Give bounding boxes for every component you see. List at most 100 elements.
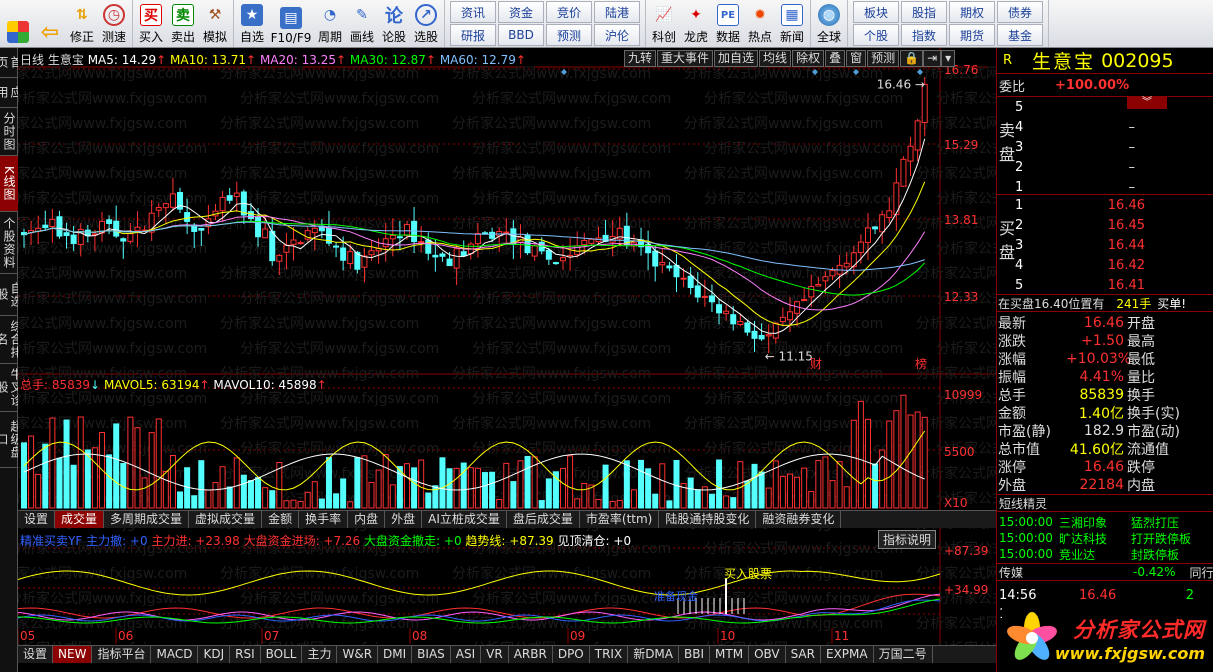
- toolbar-hot-button[interactable]: ✹ 热点: [744, 0, 776, 47]
- chart-header-button[interactable]: 加自选: [714, 50, 759, 67]
- short-genie-item[interactable]: 15:00:00 旷达科技 打开跌停板: [997, 530, 1213, 546]
- sell-level-row[interactable]: 5: [1015, 98, 1213, 116]
- volume-tab[interactable]: 陆股通持股变化: [659, 511, 757, 528]
- sidebar-item[interactable]: K线图: [0, 156, 18, 212]
- info-button[interactable]: 沪伦: [594, 24, 640, 46]
- buy-level-row[interactable]: 1 16.46: [1015, 196, 1213, 214]
- info-button[interactable]: 研报: [450, 24, 496, 46]
- chart-header-button[interactable]: 重大事件: [657, 50, 714, 67]
- indicator-explain-button[interactable]: 指标说明: [878, 530, 937, 549]
- market-button[interactable]: 指数: [901, 24, 947, 46]
- chart-header-button[interactable]: 九转: [624, 50, 657, 67]
- short-genie-item[interactable]: 15:00:00 竞业达 封跌停板: [997, 546, 1213, 562]
- volume-tab[interactable]: 成交量: [55, 511, 105, 528]
- volume-tab[interactable]: 融资融券变化: [756, 511, 842, 528]
- market-button[interactable]: 债券: [997, 1, 1043, 23]
- kline-chart-svg[interactable]: 分析家公式网www.fxjgsw.com 分析家公式网www.fxjgsw.com…: [18, 48, 996, 646]
- indicator-tab[interactable]: 主力: [302, 646, 338, 663]
- indicator-tab[interactable]: OBV: [749, 646, 786, 663]
- buy-level-row[interactable]: 5 16.41: [1015, 276, 1213, 294]
- volume-tab[interactable]: 换手率: [299, 511, 349, 528]
- short-genie-title[interactable]: 短线精灵: [997, 494, 1213, 512]
- info-button[interactable]: 陆港: [594, 1, 640, 23]
- toolbar-buy-button[interactable]: 买买入: [135, 0, 167, 47]
- info-button[interactable]: 竞价: [546, 1, 592, 23]
- chart-header-button[interactable]: 叠: [825, 50, 846, 67]
- sell-level-row[interactable]: 4–: [1015, 118, 1213, 136]
- toolbar-clock-button[interactable]: ◷ 测速: [98, 0, 130, 47]
- dropdown-icon[interactable]: ▾: [941, 50, 956, 67]
- volume-tab[interactable]: 虚拟成交量: [189, 511, 263, 528]
- toolbar-globe-button[interactable]: ◍ 全球: [813, 0, 845, 47]
- toolbar-hammer-button[interactable]: ⚒ 模拟: [199, 0, 231, 47]
- home-grid-button[interactable]: [2, 0, 34, 47]
- toolbar-discuss-button[interactable]: 论论股: [378, 0, 410, 47]
- volume-tab[interactable]: 多周期成交量: [104, 511, 190, 528]
- sidebar-item[interactable]: 首页: [0, 48, 23, 78]
- toolbar-pe-button[interactable]: PE 数据: [712, 0, 744, 47]
- info-button[interactable]: 资讯: [450, 1, 496, 23]
- sidebar-item[interactable]: 自选股: [0, 274, 23, 316]
- market-button[interactable]: 期权: [949, 1, 995, 23]
- volume-tab[interactable]: 外盘: [385, 511, 423, 528]
- indicator-tab[interactable]: EXPMA: [821, 646, 874, 663]
- market-button[interactable]: 期货: [949, 24, 995, 46]
- chart-header-button[interactable]: 预测: [867, 50, 900, 67]
- toolbar-select-stock-button[interactable]: ↗ 选股: [410, 0, 442, 47]
- indicator-tab[interactable]: ARBR: [509, 646, 553, 663]
- toolbar-dragon-tiger-button[interactable]: ✦ 龙虎: [680, 0, 712, 47]
- sell-level-row[interactable]: 2–: [1015, 158, 1213, 176]
- finance-marker[interactable]: 财: [810, 357, 822, 371]
- collapse-chevron-icon[interactable]: ︾: [1127, 97, 1167, 109]
- market-button[interactable]: 个股: [853, 24, 899, 46]
- sell-level-row[interactable]: 3–: [1015, 138, 1213, 156]
- market-button[interactable]: 板块: [853, 1, 899, 23]
- indicator-tab[interactable]: BBI: [679, 646, 711, 663]
- indicator-tab[interactable]: SAR: [786, 646, 821, 663]
- volume-tab[interactable]: 设置: [18, 511, 56, 528]
- rank-marker[interactable]: 榜: [915, 356, 927, 371]
- sector-row[interactable]: 传媒 -0.42% 同行: [997, 563, 1213, 581]
- buy-level-row[interactable]: 4 16.42: [1015, 256, 1213, 274]
- indicator-tab[interactable]: VR: [481, 646, 509, 663]
- indicator-tab[interactable]: 万国二号: [874, 646, 933, 663]
- volume-tab[interactable]: 金额: [262, 511, 300, 528]
- toolbar-period-button[interactable]: ◔ 周期: [314, 0, 346, 47]
- chart-header-button[interactable]: 均线: [759, 50, 792, 67]
- buy-level-row[interactable]: 3 16.44: [1015, 236, 1213, 254]
- info-button[interactable]: 资金: [498, 1, 544, 23]
- indicator-tab[interactable]: MTM: [710, 646, 750, 663]
- indicator-tab[interactable]: MACD: [151, 646, 199, 663]
- market-button[interactable]: 基金: [997, 24, 1043, 46]
- indicator-tab[interactable]: BIAS: [412, 646, 451, 663]
- sidebar-item[interactable]: 超级盘口: [0, 412, 23, 468]
- info-button[interactable]: 预测: [546, 24, 592, 46]
- sidebar-item[interactable]: 个股资料: [0, 212, 18, 274]
- toolbar-star-button[interactable]: ★ 自选: [236, 0, 268, 47]
- volume-tab[interactable]: 盘后成交量: [507, 511, 580, 528]
- volume-tab[interactable]: 内盘: [348, 511, 386, 528]
- indicator-tab[interactable]: DMI: [378, 646, 413, 663]
- indicator-tab[interactable]: 设置: [18, 646, 54, 663]
- indicator-tab[interactable]: 指标平台: [92, 646, 152, 663]
- back-arrow-button[interactable]: ⇦: [34, 0, 66, 47]
- market-button[interactable]: 股指: [901, 1, 947, 23]
- toolbar-f10-button[interactable]: ▤ F10/F9: [268, 0, 314, 47]
- sidebar-item[interactable]: 分时图: [0, 108, 18, 156]
- volume-tab[interactable]: AI立桩成交量: [422, 511, 507, 528]
- volume-tab[interactable]: 市盈率(ttm): [580, 511, 660, 528]
- indicator-tab[interactable]: TRIX: [590, 646, 629, 663]
- chart-header-button[interactable]: 窗: [846, 50, 867, 67]
- toolbar-pen-button[interactable]: ✎ 画线: [346, 0, 378, 47]
- indicator-tab[interactable]: 新DMA: [628, 646, 679, 663]
- sidebar-item[interactable]: 综合排名: [0, 316, 23, 364]
- info-button[interactable]: BBD: [498, 24, 544, 46]
- indicator-tab[interactable]: NEW: [53, 646, 93, 663]
- toolbar-sell-button[interactable]: 卖卖出: [167, 0, 199, 47]
- indicator-tab[interactable]: KDJ: [198, 646, 231, 663]
- toolbar-kechuang-button[interactable]: 📈 科创: [648, 0, 680, 47]
- indicator-tab[interactable]: DPO: [553, 646, 590, 663]
- indicator-tab[interactable]: ASI: [451, 646, 482, 663]
- indicator-tab[interactable]: RSI: [230, 646, 261, 663]
- indicator-tab[interactable]: W&R: [337, 646, 379, 663]
